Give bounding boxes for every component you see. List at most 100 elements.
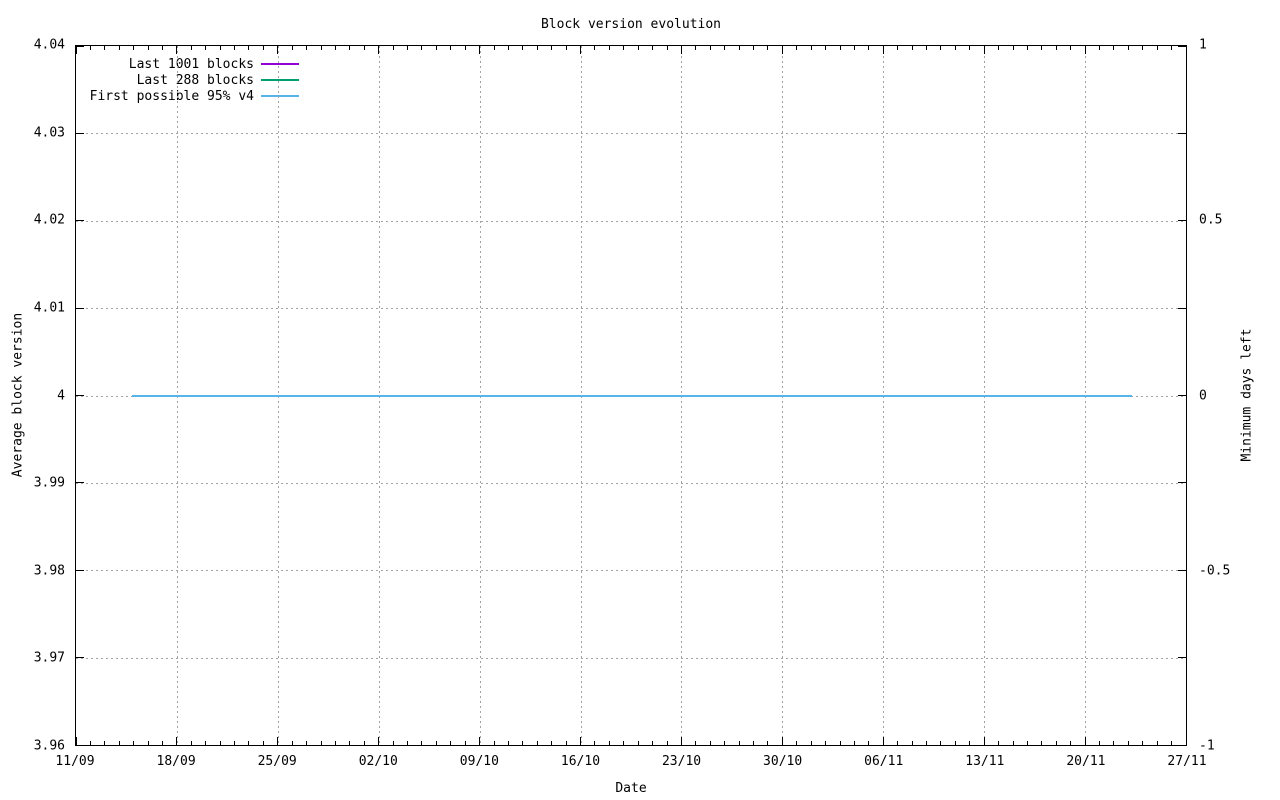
x-minor-tick — [796, 741, 797, 745]
x-minor-tick — [652, 741, 653, 745]
x-minor-tick — [1099, 46, 1100, 50]
y-left-tick-label: 4.01 — [34, 300, 65, 315]
x-minor-tick — [1056, 741, 1057, 745]
x-minor-tick — [840, 46, 841, 50]
x-minor-tick — [854, 741, 855, 745]
x-minor-tick — [998, 741, 999, 745]
legend: Last 1001 blocksLast 288 blocksFirst pos… — [76, 56, 299, 104]
x-minor-tick — [969, 46, 970, 50]
x-tick-label: 13/11 — [965, 754, 1004, 769]
y-left-tick-label: 4.03 — [34, 125, 65, 140]
x-minor-tick — [335, 46, 336, 50]
x-minor-tick — [1128, 46, 1129, 50]
x-minor-tick — [90, 741, 91, 745]
x-minor-tick — [321, 741, 322, 745]
x-minor-tick — [667, 46, 668, 50]
gridline-horizontal — [76, 133, 1186, 134]
x-tick-label: 18/09 — [157, 754, 196, 769]
x-major-tick — [76, 46, 77, 54]
x-minor-tick — [508, 741, 509, 745]
legend-label-first-possible-95-v4: First possible 95% v4 — [76, 89, 254, 104]
x-major-tick — [277, 46, 278, 54]
x-minor-tick — [436, 46, 437, 50]
x-minor-tick — [566, 46, 567, 50]
x-minor-tick — [1113, 741, 1114, 745]
x-major-tick — [176, 737, 177, 745]
x-minor-tick — [162, 46, 163, 50]
y-left-tick-label: 4.04 — [34, 38, 65, 53]
x-minor-tick — [450, 741, 451, 745]
x-minor-tick — [1099, 741, 1100, 745]
y-tick — [1178, 482, 1186, 483]
x-major-tick — [580, 46, 581, 54]
x-minor-tick — [940, 741, 941, 745]
x-major-tick — [984, 737, 985, 745]
y-tick — [1178, 657, 1186, 658]
x-tick-label: 11/09 — [55, 754, 94, 769]
x-minor-tick — [1041, 46, 1042, 50]
y-left-tick-label: 3.97 — [34, 651, 65, 666]
x-minor-tick — [205, 741, 206, 745]
x-tick-label: 27/11 — [1167, 754, 1206, 769]
x-minor-tick — [811, 741, 812, 745]
y-tick — [76, 745, 84, 746]
x-minor-tick — [119, 741, 120, 745]
x-major-tick — [479, 46, 480, 54]
x-major-tick — [782, 737, 783, 745]
x-major-tick — [580, 737, 581, 745]
x-minor-tick — [1027, 46, 1028, 50]
x-minor-tick — [335, 741, 336, 745]
x-minor-tick — [119, 46, 120, 50]
x-tick-label: 02/10 — [359, 754, 398, 769]
x-major-tick — [782, 46, 783, 54]
x-minor-tick — [551, 741, 552, 745]
legend-line-sample-last-288-blocks — [261, 79, 299, 81]
x-minor-tick — [191, 741, 192, 745]
x-minor-tick — [421, 46, 422, 50]
legend-row: Last 1001 blocks — [76, 56, 299, 72]
x-minor-tick — [494, 741, 495, 745]
x-minor-tick — [796, 46, 797, 50]
y-tick — [1178, 308, 1186, 309]
x-minor-tick — [220, 46, 221, 50]
x-minor-tick — [234, 46, 235, 50]
chart-title: Block version evolution — [75, 17, 1187, 32]
x-major-tick — [883, 737, 884, 745]
x-minor-tick — [1113, 46, 1114, 50]
y-tick — [76, 570, 84, 571]
x-minor-tick — [695, 741, 696, 745]
x-minor-tick — [724, 741, 725, 745]
x-minor-tick — [638, 46, 639, 50]
x-minor-tick — [840, 741, 841, 745]
x-minor-tick — [940, 46, 941, 50]
x-minor-tick — [767, 741, 768, 745]
x-minor-tick — [753, 46, 754, 50]
x-minor-tick — [811, 46, 812, 50]
x-minor-tick — [1142, 741, 1143, 745]
x-minor-tick — [955, 46, 956, 50]
x-minor-tick — [248, 741, 249, 745]
x-minor-tick — [1128, 741, 1129, 745]
x-minor-tick — [292, 46, 293, 50]
y-tick — [1178, 220, 1186, 221]
y-tick — [1178, 46, 1186, 47]
x-minor-tick — [263, 46, 264, 50]
x-major-tick — [277, 737, 278, 745]
x-minor-tick — [104, 741, 105, 745]
x-minor-tick — [407, 46, 408, 50]
x-minor-tick — [825, 741, 826, 745]
x-minor-tick — [868, 46, 869, 50]
x-minor-tick — [594, 46, 595, 50]
x-minor-tick — [349, 741, 350, 745]
x-minor-tick — [407, 741, 408, 745]
y-left-tick-label: 4 — [57, 388, 65, 403]
x-minor-tick — [104, 46, 105, 50]
x-minor-tick — [623, 46, 624, 50]
x-minor-tick — [710, 46, 711, 50]
x-minor-tick — [897, 46, 898, 50]
x-minor-tick — [306, 46, 307, 50]
x-major-tick — [176, 46, 177, 54]
x-major-tick — [883, 46, 884, 54]
x-major-tick — [1186, 46, 1187, 54]
x-minor-tick — [494, 46, 495, 50]
